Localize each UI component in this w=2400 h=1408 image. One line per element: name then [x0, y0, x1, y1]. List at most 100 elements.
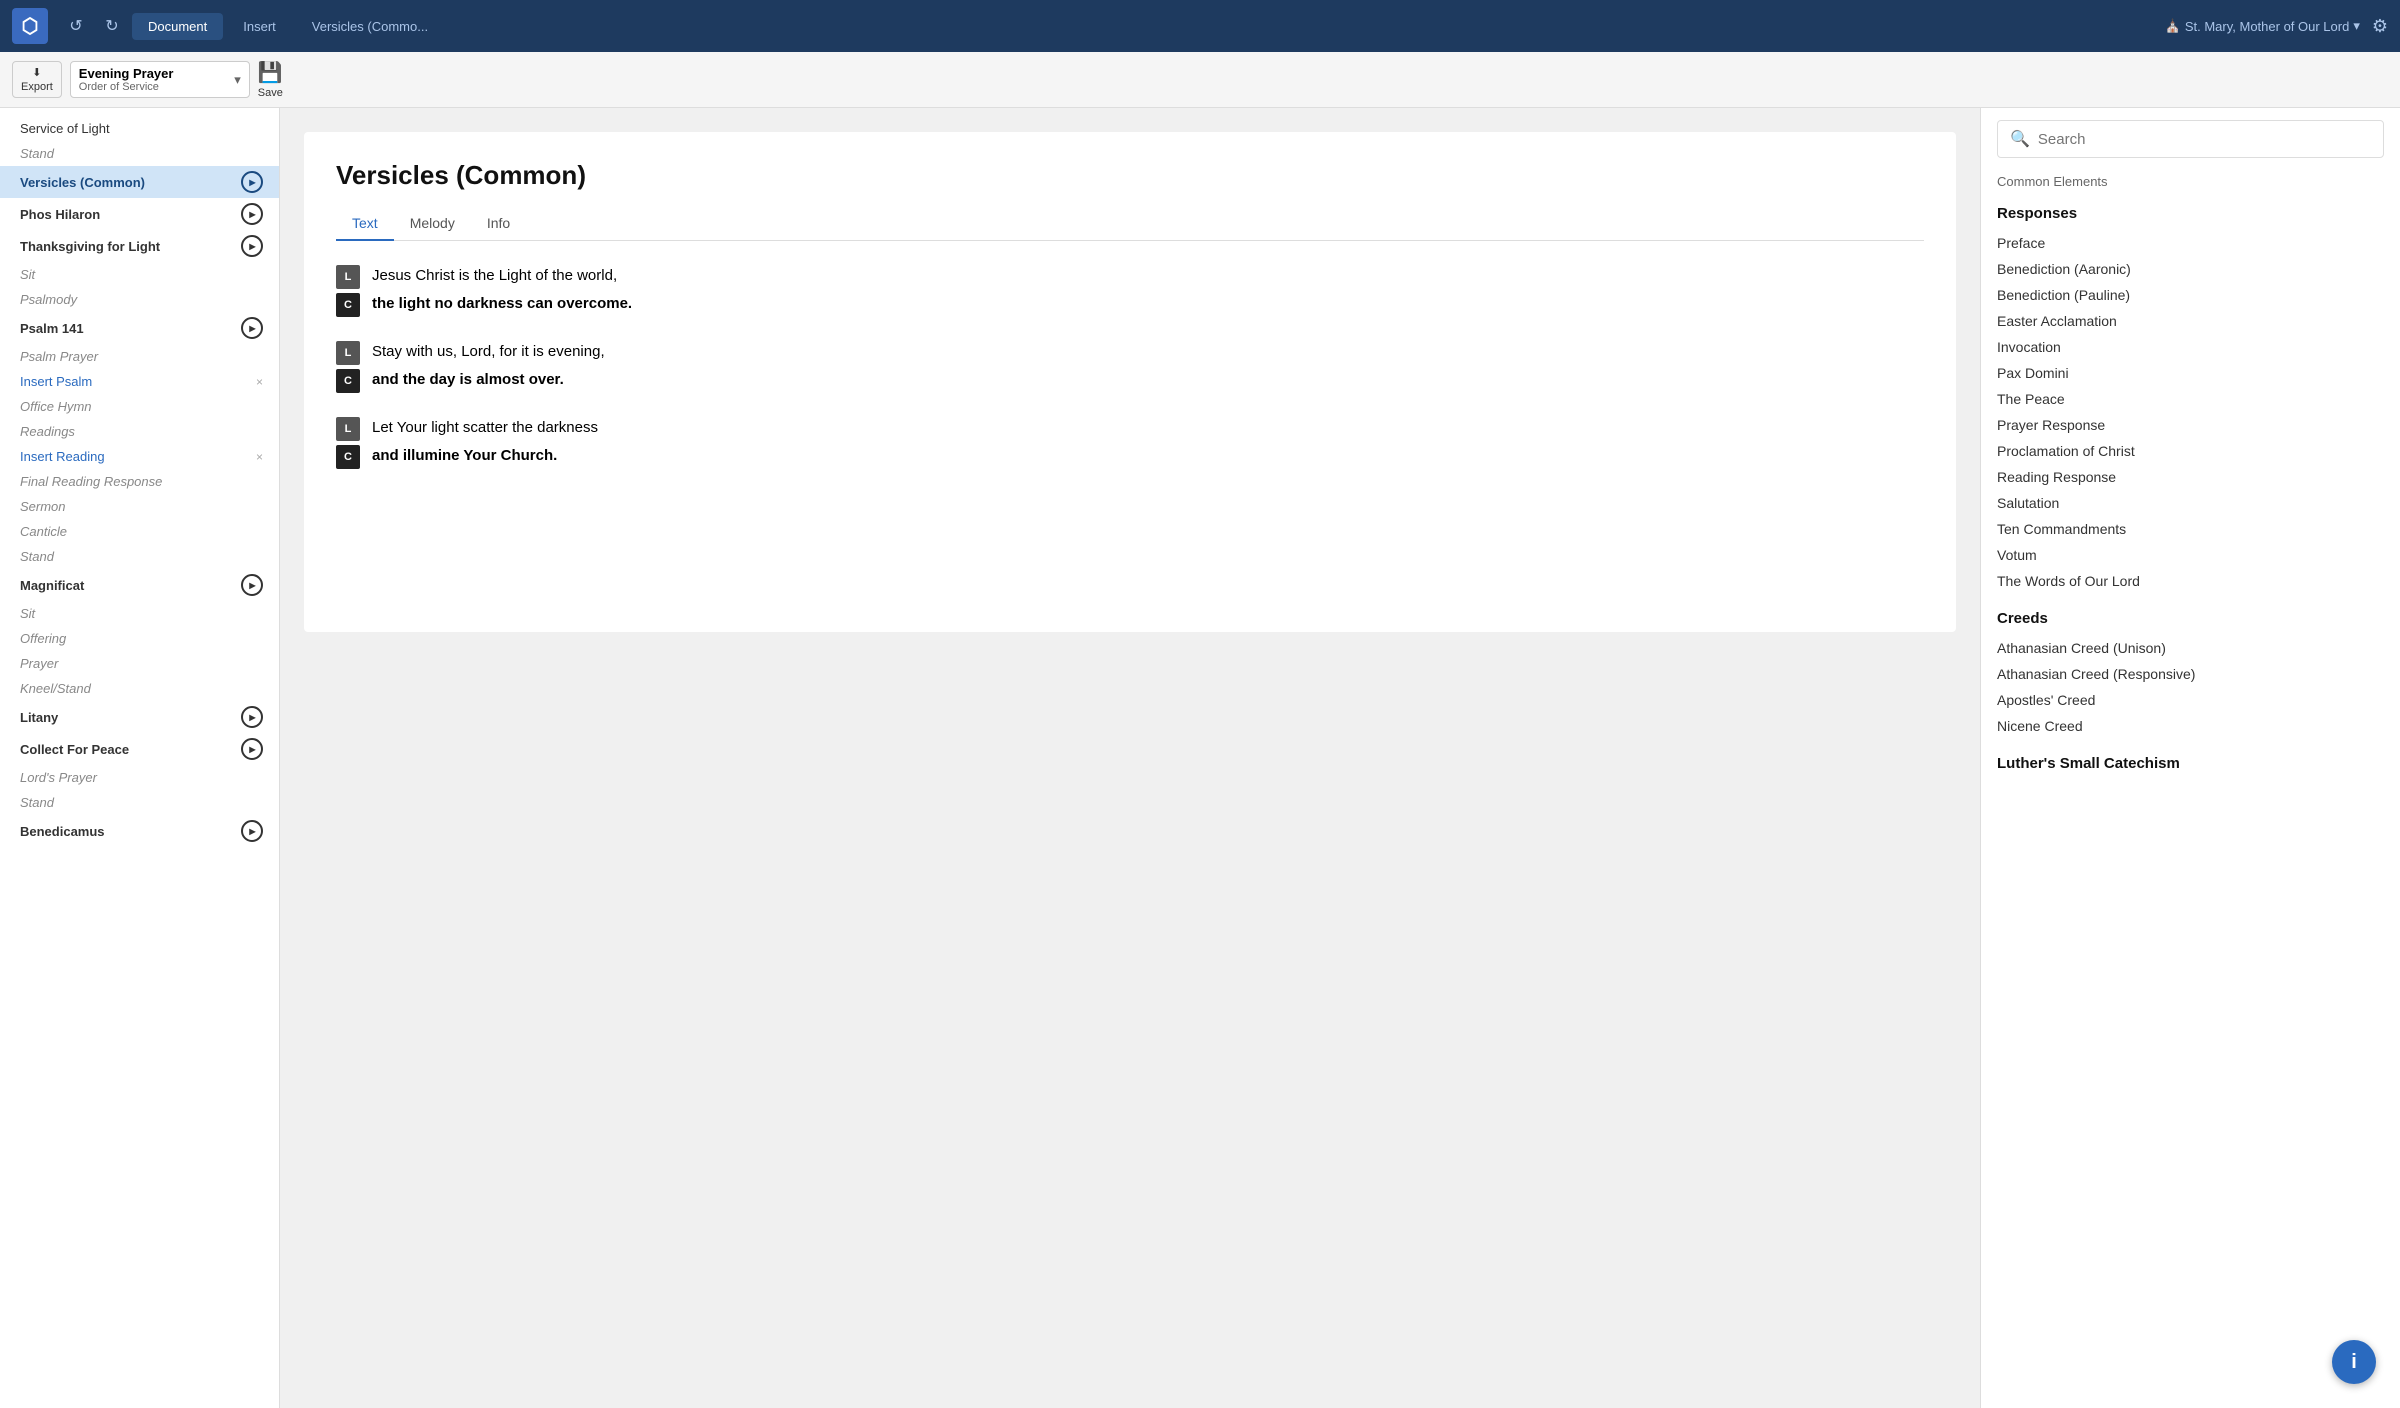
- sidebar-item-office-hymn: Office Hymn: [0, 394, 279, 419]
- close-icon[interactable]: ×: [256, 375, 263, 389]
- settings-button[interactable]: ⚙: [2372, 16, 2388, 37]
- panel-item-0-4[interactable]: Invocation: [1997, 334, 2384, 360]
- tab-versicles[interactable]: Versicles (Commo...: [296, 13, 444, 40]
- search-box[interactable]: 🔍: [1997, 120, 2384, 158]
- panel-item-0-7[interactable]: Prayer Response: [1997, 412, 2384, 438]
- sidebar-item-sit2: Sit: [0, 601, 279, 626]
- panel-item-0-10[interactable]: Salutation: [1997, 490, 2384, 516]
- panel-item-1-0[interactable]: Athanasian Creed (Unison): [1997, 635, 2384, 661]
- sidebar-item-psalm-prayer: Psalm Prayer: [0, 344, 279, 369]
- sidebar-item-thanksgiving-for-light: Thanksgiving for Light ▶: [0, 230, 279, 262]
- sidebar-item-benedicamus: Benedicamus▶: [0, 815, 279, 847]
- panel-item-0-13[interactable]: The Words of Our Lord: [1997, 568, 2384, 594]
- panel-item-0-5[interactable]: Pax Domini: [1997, 360, 2384, 386]
- tab-text[interactable]: Text: [336, 207, 394, 241]
- sidebar-item-label: Stand: [20, 146, 54, 161]
- versicle-text: Stay with us, Lord, for it is evening,: [372, 341, 1924, 365]
- sidebar-item-insert-reading: Insert Reading×: [0, 444, 279, 469]
- content-card: Versicles (Common) TextMelodyInfo L Jesus…: [304, 132, 1956, 632]
- panel-item-0-9[interactable]: Reading Response: [1997, 464, 2384, 490]
- panel-item-0-8[interactable]: Proclamation of Christ: [1997, 438, 2384, 464]
- info-fab-button[interactable]: i: [2332, 1340, 2376, 1384]
- play-button[interactable]: ▶: [241, 738, 263, 760]
- play-icon: ▶: [249, 745, 255, 754]
- versicle-role-l: L: [336, 341, 360, 365]
- sidebar-item-label: Prayer: [20, 656, 58, 671]
- church-icon: ⛪: [2165, 18, 2181, 34]
- sidebar-item-label: Readings: [20, 424, 75, 439]
- sidebar-item-label: Offering: [20, 631, 66, 646]
- versicle-line-2-0: LLet Your light scatter the darkness: [336, 417, 1924, 441]
- panel-item-0-3[interactable]: Easter Acclamation: [1997, 308, 2384, 334]
- panel-item-0-2[interactable]: Benediction (Pauline): [1997, 282, 2384, 308]
- sidebar-item-label: Sit: [20, 606, 35, 621]
- tab-document[interactable]: Document: [132, 13, 223, 40]
- sidebar-item-label: Thanksgiving for Light: [20, 239, 160, 254]
- versicle-text: the light no darkness can overcome.: [372, 293, 1924, 317]
- play-button[interactable]: ▶: [241, 171, 263, 193]
- export-button[interactable]: ⬇ Export: [12, 61, 62, 98]
- content-title: Versicles (Common): [336, 160, 1924, 191]
- play-button[interactable]: ▶: [241, 203, 263, 225]
- panel-item-0-0[interactable]: Preface: [1997, 230, 2384, 256]
- tab-melody[interactable]: Melody: [394, 207, 471, 241]
- sidebar-item-label: Collect For Peace: [20, 742, 129, 757]
- panel-item-0-12[interactable]: Votum: [1997, 542, 2384, 568]
- doc-dropdown-icon: ▾: [234, 72, 241, 88]
- undo-button[interactable]: ↺: [60, 10, 92, 42]
- doc-subtitle: Order of Service: [79, 81, 174, 93]
- search-icon: 🔍: [2010, 129, 2030, 149]
- play-button[interactable]: ▶: [241, 317, 263, 339]
- sidebar-item-label: Litany: [20, 710, 58, 725]
- sidebar-item-collect-for-peace: Collect For Peace ▶: [0, 733, 279, 765]
- sidebar-item-readings: Readings: [0, 419, 279, 444]
- play-icon: ▶: [249, 713, 255, 722]
- tab-info[interactable]: Info: [471, 207, 526, 241]
- tab-insert[interactable]: Insert: [227, 13, 292, 40]
- play-button[interactable]: ▶: [241, 706, 263, 728]
- toolbar: ⬇ Export Evening Prayer Order of Service…: [0, 52, 2400, 108]
- versicle-line-1-0: L Stay with us, Lord, for it is evening,: [336, 341, 1924, 365]
- play-icon: ▶: [249, 324, 255, 333]
- panel-section-title-0: Responses: [1997, 205, 2384, 222]
- save-button[interactable]: 💾 Save: [258, 60, 283, 99]
- document-selector[interactable]: Evening Prayer Order of Service ▾: [70, 61, 250, 98]
- sidebar-item-label: Service of Light: [20, 121, 110, 136]
- versicle-block-1: L Stay with us, Lord, for it is evening, C…: [336, 341, 1924, 393]
- panel-item-1-1[interactable]: Athanasian Creed (Responsive): [1997, 661, 2384, 687]
- panel-item-1-3[interactable]: Nicene Creed: [1997, 713, 2384, 739]
- panel-item-0-6[interactable]: The Peace: [1997, 386, 2384, 412]
- sidebar-item-label: Magnificat: [20, 578, 84, 593]
- play-button[interactable]: ▶: [241, 820, 263, 842]
- top-navigation-bar: ↺ ↻ Document Insert Versicles (Commo... …: [0, 0, 2400, 52]
- panel-section-title-1: Creeds: [1997, 610, 2384, 627]
- sidebar-item-psalm-141: Psalm 141 ▶: [0, 312, 279, 344]
- sidebar-item-lords-prayer: Lord's Prayer: [0, 765, 279, 790]
- sidebar-item-litany: Litany ▶: [0, 701, 279, 733]
- sidebar-item-label: Insert Psalm: [20, 374, 92, 389]
- sidebar-item-label: Psalmody: [20, 292, 77, 307]
- sidebar-item-service-of-light: Service of Light: [0, 116, 279, 141]
- panel-item-0-1[interactable]: Benediction (Aaronic): [1997, 256, 2384, 282]
- sidebar-item-sit: Sit: [0, 262, 279, 287]
- sidebar-item-label: Office Hymn: [20, 399, 92, 414]
- sidebar-item-label: Psalm 141: [20, 321, 84, 336]
- panel-groups: Responses PrefaceBenediction (Aaronic)Ben…: [1997, 205, 2384, 772]
- versicle-line-1-1: Cand the day is almost over.: [336, 369, 1924, 393]
- search-input[interactable]: [2038, 131, 2371, 148]
- play-button[interactable]: ▶: [241, 574, 263, 596]
- play-button[interactable]: ▶: [241, 235, 263, 257]
- redo-button[interactable]: ↻: [96, 10, 128, 42]
- panel-item-0-11[interactable]: Ten Commandments: [1997, 516, 2384, 542]
- sidebar-item-stand2: Stand: [0, 544, 279, 569]
- sidebar-item-label: Kneel/Stand: [20, 681, 91, 696]
- panel-item-1-2[interactable]: Apostles' Creed: [1997, 687, 2384, 713]
- sidebar-item-label: Canticle: [20, 524, 67, 539]
- versicle-line-2-1: Cand illumine Your Church.: [336, 445, 1924, 469]
- versicle-text: Jesus Christ is the Light of the world,: [372, 265, 1924, 289]
- sidebar-item-final-reading-response: Final Reading Response: [0, 469, 279, 494]
- close-icon[interactable]: ×: [256, 450, 263, 464]
- play-icon: ▶: [249, 242, 255, 251]
- play-icon: ▶: [249, 827, 255, 836]
- versicle-text: and illumine Your Church.: [372, 445, 1924, 469]
